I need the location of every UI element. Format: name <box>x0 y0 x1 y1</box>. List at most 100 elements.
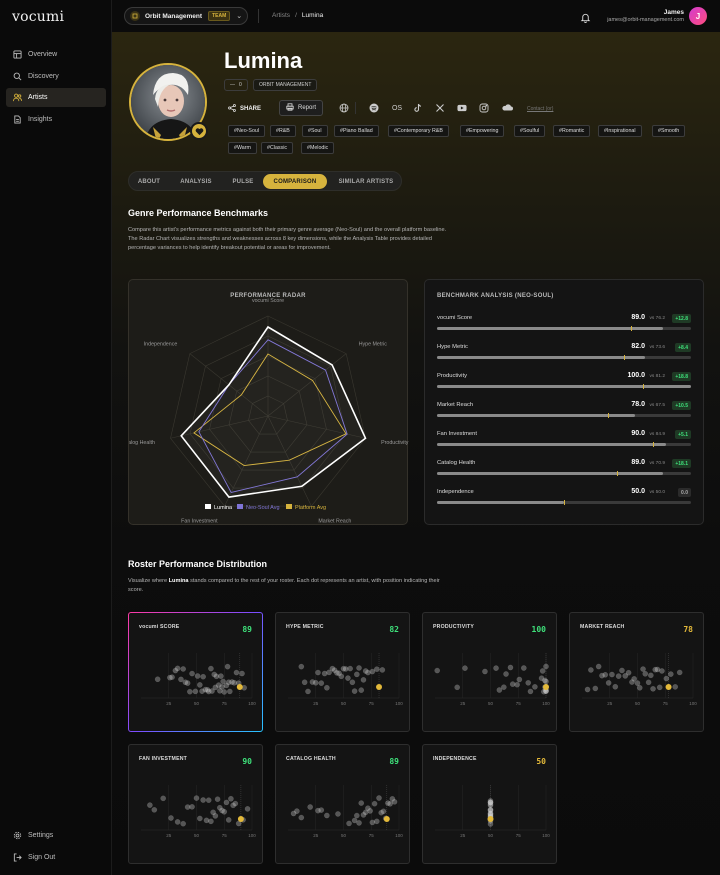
soundcloud-icon[interactable] <box>501 103 513 113</box>
roster-dot <box>592 685 599 692</box>
metric-value: 100.0 <box>627 372 645 379</box>
vocumi-logo[interactable]: vocumi <box>12 9 64 25</box>
tab-comparison[interactable]: COMPARISON <box>263 174 327 189</box>
roster-dot <box>631 676 637 682</box>
favorite-heart-icon[interactable] <box>190 122 208 140</box>
roster-dot <box>184 680 191 686</box>
metric-delta: +8.4 <box>675 343 691 352</box>
os-icon[interactable]: OS <box>390 103 404 113</box>
roster-dot <box>233 669 240 676</box>
genre-average-marker <box>564 500 565 505</box>
instagram-icon[interactable] <box>479 103 489 113</box>
tag[interactable]: #Soul <box>302 125 328 137</box>
roster-scatter: 25 50 75 100 <box>288 653 403 706</box>
roster-card-hype-metric[interactable]: HYPE METRIC 82 25 50 75 100 <box>275 612 410 732</box>
sidebar-item-sign-out[interactable]: Sign Out <box>6 848 106 867</box>
tag[interactable]: #Warm <box>228 142 257 154</box>
tab-about[interactable]: ABOUT <box>133 174 165 189</box>
breadcrumb-artists[interactable]: Artists <box>272 12 290 19</box>
tag[interactable]: #Contemporary R&B <box>388 125 449 137</box>
tag[interactable]: #Classic <box>261 142 294 154</box>
document-icon <box>12 115 22 125</box>
sidebar-item-settings[interactable]: Settings <box>6 826 106 845</box>
followers-count: 0 <box>239 82 242 88</box>
sidebar-item-label: Sign Out <box>28 854 56 861</box>
roster-dot <box>151 807 158 813</box>
sidebar: vocumi Overview Discovery Artists Insigh… <box>0 0 112 875</box>
sidebar-item-insights[interactable]: Insights <box>6 110 106 129</box>
tag[interactable]: #Empowering <box>460 125 505 137</box>
roster-dot <box>180 820 186 827</box>
metric-bar-track <box>437 500 691 505</box>
genre-average-marker <box>623 355 625 360</box>
performance-radar-panel: PERFORMANCE RADAR vocumi Score Hype Metri… <box>120 279 409 525</box>
artist-dot <box>383 816 390 822</box>
user-name: James <box>663 9 684 16</box>
tab-analysis[interactable]: ANALYSIS <box>175 174 217 189</box>
tag[interactable]: #Romantic <box>553 125 591 137</box>
roster-dot <box>487 801 494 808</box>
roster-dot <box>208 818 214 825</box>
roster-dot <box>539 668 546 674</box>
roster-dot <box>371 800 378 807</box>
roster-dot <box>205 797 212 803</box>
tag[interactable]: #Smooth <box>652 125 686 137</box>
roster-card-vocumi-score[interactable]: vocumi SCORE 89 25 50 75 100 <box>128 612 263 732</box>
metric-label: Independence <box>437 489 474 495</box>
tag[interactable]: #Soulful <box>514 125 546 137</box>
metric-label: vocumi Score <box>437 315 473 321</box>
roster-card-productivity[interactable]: PRODUCTIVITY 100 25 50 75 100 <box>422 612 557 732</box>
sidebar-item-overview[interactable]: Overview <box>6 45 106 64</box>
artist-dot <box>665 684 672 690</box>
bell-icon[interactable] <box>580 10 591 28</box>
roster-dot <box>642 671 649 677</box>
globe-icon[interactable] <box>339 103 349 113</box>
roster-card-fan-investment[interactable]: FAN INVESTMENT 90 25 50 75 100 <box>128 744 263 864</box>
x-tick-label: 25 <box>607 701 613 706</box>
youtube-icon[interactable] <box>457 103 467 113</box>
roster-card-catalog-health[interactable]: CATALOG HEALTH 89 25 50 75 100 <box>275 744 410 864</box>
metric-bar-fill <box>437 443 666 446</box>
roster-card-independence[interactable]: INDEPENDENCE 50 25 50 75 100 <box>422 744 557 864</box>
benchmark-row: Fan Investment 90.0 vs 84.9 +5.1 <box>437 430 691 451</box>
org-switcher[interactable]: Orbit Management TEAM ⌄ <box>124 7 248 25</box>
metric-value: 89.0 <box>631 459 645 466</box>
sidebar-item-discovery[interactable]: Discovery <box>6 67 106 86</box>
roster-dot <box>656 684 663 691</box>
radar-series-lumina <box>180 325 367 498</box>
roster-dot <box>218 673 224 679</box>
contact-link[interactable]: Contact (or) <box>527 106 553 112</box>
tag[interactable]: #R&B <box>270 125 296 137</box>
roster-dot <box>168 815 174 821</box>
roster-dot <box>178 676 184 683</box>
x-icon[interactable] <box>435 103 445 113</box>
roster-dot <box>354 671 360 678</box>
genre-average-marker <box>617 471 619 476</box>
metric-label: Market Reach <box>437 402 474 408</box>
metric-value: 90.0 <box>631 430 645 437</box>
tag[interactable]: #Melodic <box>301 142 335 154</box>
roster-dot <box>189 670 195 677</box>
roster-dot <box>543 663 549 670</box>
x-tick-label: 75 <box>516 701 522 706</box>
benchmark-row: Independence 50.0 vs 50.0 0.0 <box>437 488 691 509</box>
roster-dot <box>588 667 594 673</box>
tag[interactable]: #Inspirational <box>598 125 642 137</box>
tiktok-icon[interactable] <box>413 103 423 113</box>
radar-axis-label: Fan Investment <box>181 519 218 525</box>
followers-badge[interactable]: — 0 <box>224 79 248 91</box>
sidebar-item-artists[interactable]: Artists <box>6 88 106 107</box>
artist-dot <box>236 684 243 690</box>
tag[interactable]: #Neo-Soul <box>228 125 266 137</box>
tag[interactable]: #Piano Ballad <box>334 125 379 137</box>
tab-pulse[interactable]: PULSE <box>227 174 259 189</box>
roster-card-market-reach[interactable]: MARKET REACH 78 25 50 75 100 <box>569 612 704 732</box>
spotify-icon[interactable] <box>369 103 379 113</box>
tab-similar-artists[interactable]: SIMILAR ARTISTS <box>333 174 399 189</box>
roster-dot <box>493 665 499 671</box>
report-button[interactable]: Report <box>279 100 323 116</box>
roster-dot <box>503 671 509 677</box>
roster-dot <box>313 679 319 686</box>
avatar[interactable]: J <box>689 7 707 25</box>
share-button[interactable]: SHARE <box>228 102 261 116</box>
